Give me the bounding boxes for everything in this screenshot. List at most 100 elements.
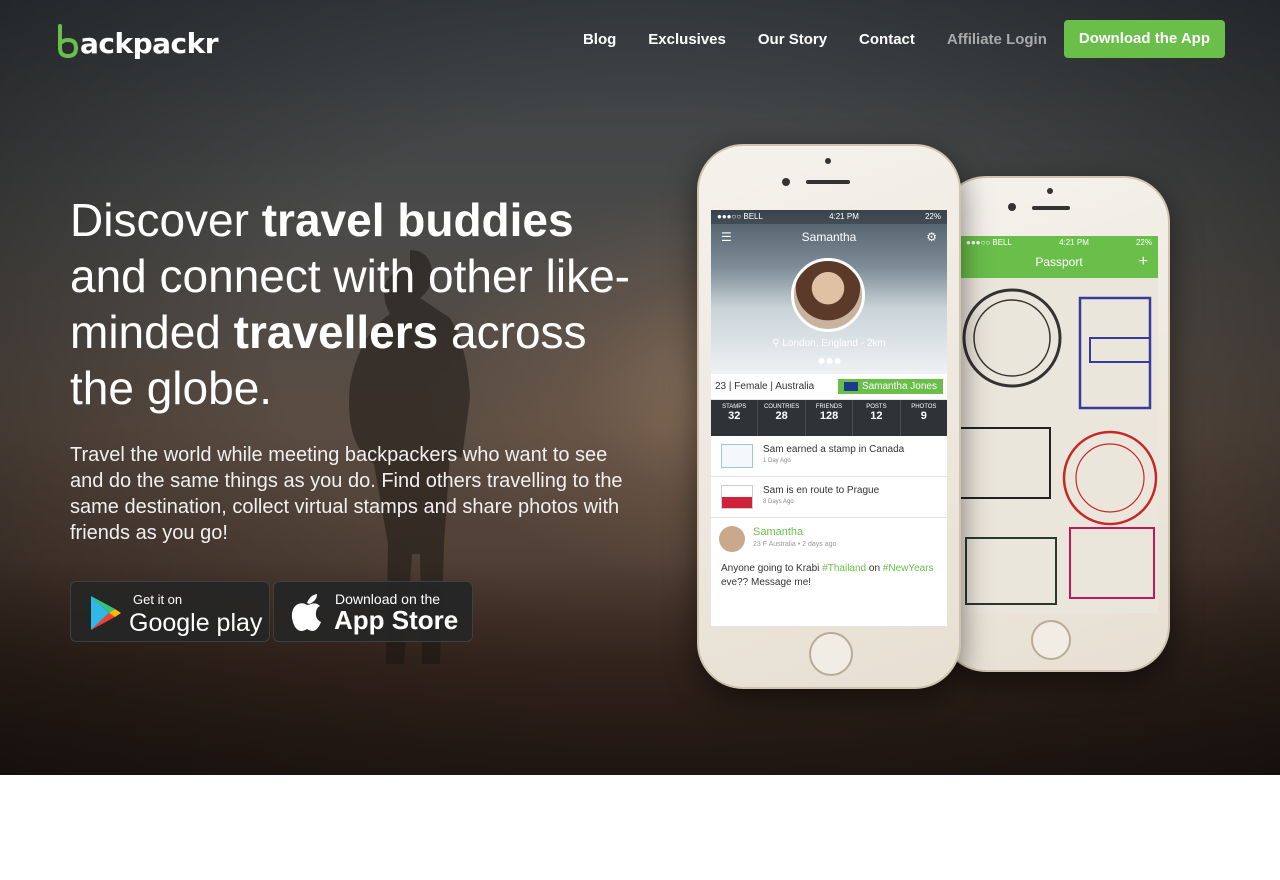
- feed-item[interactable]: Sam earned a stamp in Canada 1 Day Ago: [711, 436, 947, 477]
- location-pin-icon: ⚲: [772, 338, 783, 349]
- home-button: [1031, 620, 1071, 660]
- brand-logo[interactable]: ackpackr: [57, 22, 219, 60]
- profile-info-row: 23 | Female | Australia Samantha Jones: [711, 374, 947, 400]
- carrier-text: ●●●○○ BELL: [717, 212, 763, 221]
- stamps-illustration: [960, 278, 1158, 613]
- stat-friends[interactable]: FRIENDS 128: [806, 400, 854, 436]
- phone-sensor: [1047, 188, 1053, 194]
- nav-link-our-story[interactable]: Our Story: [758, 31, 827, 48]
- passport-stamps: [960, 278, 1158, 613]
- profile-header: ●●●○○ BELL 4:21 PM 22% ☰ Samantha ⚙ ⚲ Lo…: [711, 210, 947, 374]
- logo-text: ackpackr: [80, 27, 219, 60]
- stat-value: 9: [920, 410, 927, 422]
- top-navigation: ackpackr Blog Exclusives Our Story Conta…: [0, 0, 1280, 80]
- phone-speaker: [806, 180, 850, 184]
- stat-value: 28: [775, 410, 788, 422]
- name-badge-text: Samantha Jones: [861, 381, 937, 392]
- nav-link-blog[interactable]: Blog: [583, 31, 616, 48]
- stat-label: STAMPS: [722, 404, 747, 410]
- feed-date: 8 Days Ago: [763, 499, 794, 505]
- nav-link-exclusives[interactable]: Exclusives: [648, 31, 726, 48]
- feed-text: Sam earned a stamp in Canada: [763, 444, 905, 455]
- post-text-1: Anyone going to Krabi: [721, 563, 823, 574]
- phone-passport: ●●●○○ BELL 4:21 PM 22% Passport +: [940, 176, 1170, 672]
- hero-section: ackpackr Blog Exclusives Our Story Conta…: [0, 0, 1280, 775]
- location-text: London, England - 2km: [782, 338, 886, 349]
- post-text-2: on: [866, 563, 883, 574]
- passport-screen: ●●●○○ BELL 4:21 PM 22% Passport +: [960, 236, 1158, 613]
- profile-title-bar: ☰ Samantha ⚙: [711, 224, 947, 250]
- post-author: Samantha: [753, 526, 804, 538]
- hashtag-newyears[interactable]: #NewYears: [883, 563, 934, 574]
- settings-icon[interactable]: ⚙: [926, 224, 937, 250]
- feed-date: 1 Day Ago: [763, 458, 791, 464]
- headline-bold2: travellers: [233, 306, 439, 358]
- carousel-dots: ●●●: [818, 356, 842, 365]
- stat-label: POSTS: [866, 404, 887, 410]
- feed-item[interactable]: Sam is en route to Prague 8 Days Ago: [711, 477, 947, 518]
- add-icon[interactable]: +: [1139, 250, 1148, 274]
- nav-link-contact[interactable]: Contact: [859, 31, 915, 48]
- stat-countries[interactable]: COUNTRIES 28: [758, 400, 806, 436]
- post-avatar: [719, 526, 745, 552]
- post-text: Anyone going to Krabi #Thailand on #NewY…: [721, 562, 941, 590]
- stat-stamps[interactable]: STAMPS 32: [711, 400, 759, 436]
- stat-value: 32: [728, 410, 741, 422]
- post-text-3: eve?? Message me!: [721, 577, 812, 588]
- battery-text: 22%: [924, 212, 941, 221]
- headline-part1: Discover: [70, 194, 262, 246]
- phone-speaker: [1032, 206, 1070, 210]
- profile-location: ⚲ London, England - 2km: [711, 338, 947, 349]
- passport-title: Passport: [1035, 255, 1083, 269]
- google-play-line2: Google play: [129, 609, 263, 637]
- stat-photos[interactable]: PHOTOS 9: [901, 400, 947, 436]
- battery-text: 22%: [1135, 238, 1152, 247]
- post-meta: 23 F Australia • 2 days ago: [753, 541, 837, 548]
- app-store-line2: App Store: [334, 605, 459, 635]
- phone-camera: [782, 178, 790, 186]
- stat-label: FRIENDS: [815, 404, 843, 410]
- app-store-button[interactable]: Download on the App Store: [273, 581, 473, 642]
- google-play-line1: Get it on: [133, 592, 183, 607]
- home-button: [809, 632, 853, 676]
- carrier-text: ●●●○○ BELL: [966, 238, 1012, 247]
- passport-title-bar: Passport +: [960, 250, 1158, 278]
- logo-b-mark-icon: [58, 24, 79, 58]
- passport-header: ●●●○○ BELL 4:21 PM 22% Passport +: [960, 236, 1158, 278]
- nav-links: Blog Exclusives Our Story Contact Affili…: [551, 20, 1225, 58]
- phone-sensor: [825, 158, 831, 164]
- feed-text: Sam is en route to Prague: [763, 485, 880, 496]
- time-text: 4:21 PM: [829, 212, 859, 221]
- time-text: 4:21 PM: [1059, 238, 1089, 247]
- phone-camera: [1008, 203, 1016, 211]
- menu-icon[interactable]: ☰: [721, 224, 732, 250]
- content-section: [0, 775, 1280, 880]
- google-play-button[interactable]: Get it on Google play: [70, 581, 270, 642]
- phone-profile: ●●●○○ BELL 4:21 PM 22% ☰ Samantha ⚙ ⚲ Lo…: [697, 144, 961, 689]
- download-app-button[interactable]: Download the App: [1063, 20, 1225, 58]
- czech-flag-icon: [721, 485, 753, 509]
- status-bar: ●●●○○ BELL 4:21 PM 22%: [711, 210, 947, 224]
- stat-value: 128: [819, 410, 839, 422]
- hero-subtitle: Travel the world while meeting backpacke…: [70, 444, 623, 544]
- hero-headline: Discover travel buddies and connect with…: [70, 192, 630, 416]
- hashtag-thailand[interactable]: #Thailand: [822, 563, 866, 574]
- profile-title: Samantha: [801, 230, 857, 244]
- headline-bold1: travel buddies: [261, 194, 574, 246]
- stat-label: PHOTOS: [911, 404, 937, 410]
- profile-screen: ●●●○○ BELL 4:21 PM 22% ☰ Samantha ⚙ ⚲ Lo…: [711, 210, 947, 626]
- name-badge: Samantha Jones: [837, 379, 943, 394]
- stat-value: 12: [870, 410, 883, 422]
- status-bar: ●●●○○ BELL 4:21 PM 22%: [960, 236, 1158, 250]
- profile-stats: STAMPS 32 COUNTRIES 28 FRIENDS 128 POSTS 12 …: [711, 400, 947, 436]
- post-card[interactable]: Samantha 23 F Australia • 2 days ago Any…: [711, 518, 947, 608]
- stat-posts[interactable]: POSTS 12: [853, 400, 901, 436]
- stat-label: COUNTRIES: [763, 404, 800, 410]
- australia-flag-icon: [843, 381, 858, 391]
- profile-info: 23 | Female | Australia: [715, 381, 815, 392]
- apple-icon: [291, 594, 321, 631]
- nav-link-affiliate-login[interactable]: Affiliate Login: [947, 31, 1047, 48]
- google-play-icon: [91, 596, 121, 630]
- stamp-icon: [721, 444, 753, 468]
- profile-avatar: [791, 258, 865, 332]
